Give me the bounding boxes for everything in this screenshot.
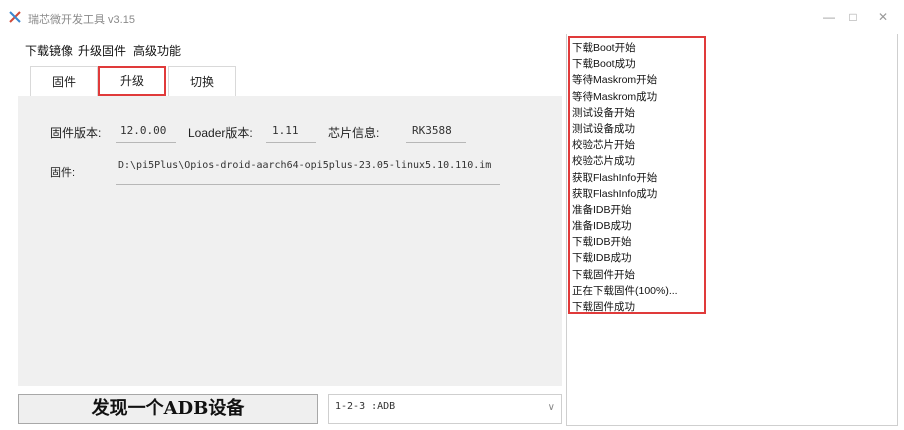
device-select-value: 1-2-3 :ADB [335, 401, 396, 412]
loader-version-value: 1.11 [272, 124, 299, 137]
log-line: 获取FlashInfo开始 [572, 171, 658, 184]
app-icon [9, 11, 21, 23]
action-buttons: 固件 升级 切换 [30, 66, 236, 96]
log-line: 校验芯片成功 [572, 155, 635, 168]
chip-info-label: 芯片信息: [328, 126, 380, 140]
log-line: 获取FlashInfo成功 [572, 187, 658, 200]
log-line: 下载固件开始 [572, 268, 635, 281]
device-select[interactable]: 1-2-3 :ADB ∨ [328, 394, 562, 424]
title-bar: 瑞芯微开发工具 v3.15 — □ ✕ [0, 0, 904, 34]
log-line: 下载IDB成功 [572, 252, 632, 265]
log-line: 正在下载固件(100%)... [572, 284, 678, 297]
log-line: 测试设备成功 [572, 122, 635, 135]
log-line: 准备IDB成功 [572, 220, 632, 233]
device-info-row: 固件版本: 12.0.00 Loader版本: 1.11 芯片信息: RK358… [30, 122, 550, 143]
log-line: 下载Boot成功 [572, 58, 636, 71]
log-line: 下载IDB开始 [572, 236, 632, 249]
firmware-version-value: 12.0.00 [120, 124, 167, 137]
log-line: 等待Maskrom成功 [572, 90, 658, 103]
menu-advanced[interactable]: 高级功能 [133, 42, 181, 59]
menu-download-image[interactable]: 下载镜像 [25, 42, 73, 59]
firmware-path-field[interactable]: D:\pi5Plus\Opios-droid-aarch64-opi5plus-… [118, 160, 500, 182]
log-line: 等待Maskrom开始 [572, 74, 658, 87]
menu-upgrade-firmware[interactable]: 升级固件 [78, 42, 126, 59]
firmware-path-row: 固件: D:\pi5Plus\Opios-droid-aarch64-opi5p… [30, 154, 550, 188]
loader-version-underline [266, 142, 316, 143]
log-line: 下载Boot开始 [572, 42, 636, 54]
log-list: 下载Boot开始 下载Boot成功等待Maskrom开始 等待Maskrom成功 测试… [572, 40, 702, 315]
log-line: 校验芯片开始 [572, 139, 635, 152]
chip-info-underline [406, 142, 466, 143]
firmware-version-label: 固件版本: [50, 126, 102, 140]
chip-info-value: RK3588 [412, 124, 452, 137]
chevron-down-icon[interactable]: ∨ [548, 402, 555, 413]
firmware-version-underline [116, 142, 176, 143]
switch-button[interactable]: 切换 [168, 66, 236, 96]
log-line: 测试设备开始 [572, 106, 635, 119]
menu-bar: 下载镜像 升级固件 高级功能 [0, 38, 560, 60]
status-bar: 发现一个ADB设备 1-2-3 :ADB ∨ [18, 392, 562, 426]
close-button[interactable]: ✕ [860, 4, 904, 30]
device-status-message: 发现一个ADB设备 [18, 394, 318, 424]
firmware-button[interactable]: 固件 [30, 66, 98, 96]
window-title: 瑞芯微开发工具 v3.15 [28, 14, 135, 26]
log-line: 准备IDB开始 [572, 203, 632, 216]
firmware-path-label: 固件: [50, 167, 76, 179]
upgrade-button[interactable]: 升级 [98, 66, 166, 96]
log-line: 下载固件成功 [572, 301, 635, 313]
firmware-path-underline [116, 184, 500, 185]
loader-version-label: Loader版本: [188, 126, 253, 140]
